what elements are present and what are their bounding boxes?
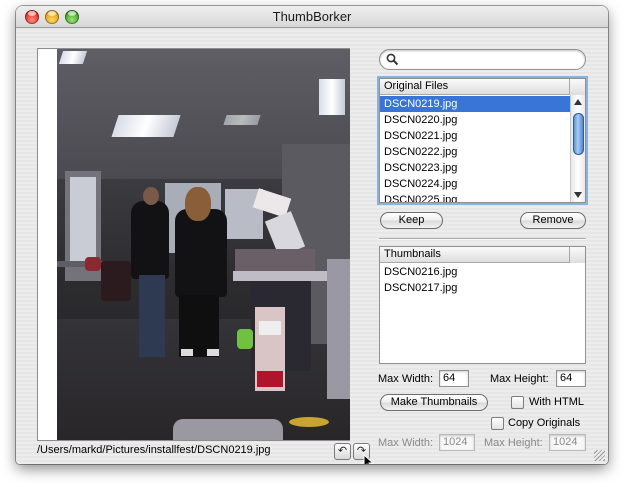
preview-photo — [57, 49, 350, 440]
image-path-label: /Users/markd/Pictures/installfest/DSCN02… — [37, 444, 271, 456]
copy-originals-label[interactable]: Copy Originals — [508, 417, 580, 429]
original-files-scrollbar[interactable] — [570, 95, 585, 202]
list-item[interactable]: DSCN0224.jpg — [380, 176, 570, 192]
scroll-up-icon[interactable] — [574, 99, 582, 105]
title-bar[interactable]: ThumbBorker — [16, 6, 608, 28]
scroll-down-icon[interactable] — [574, 192, 582, 198]
rotate-left-icon: ↶ — [337, 445, 348, 457]
keep-button[interactable]: Keep — [380, 212, 443, 229]
thumb-max-width-label: Max Width: — [378, 373, 434, 385]
with-html-label[interactable]: With HTML — [529, 396, 584, 408]
divider — [379, 238, 586, 240]
thumb-max-height-label: Max Height: — [490, 373, 549, 385]
orig-max-width-label: Max Width: — [378, 437, 434, 449]
original-files-header[interactable]: Original Files — [380, 79, 585, 95]
window-title: ThumbBorker — [272, 9, 352, 24]
list-item[interactable]: DSCN0220.jpg — [380, 112, 570, 128]
thumbnails-header[interactable]: Thumbnails — [380, 247, 585, 263]
thumb-max-height-field[interactable]: 64 — [556, 370, 586, 387]
list-item[interactable]: DSCN0221.jpg — [380, 128, 570, 144]
orig-max-height-field[interactable]: 1024 — [549, 434, 586, 451]
resize-grip-icon[interactable] — [594, 450, 605, 461]
orig-max-height-label: Max Height: — [484, 437, 543, 449]
thumb-max-width-field[interactable]: 64 — [439, 370, 469, 387]
thumbnails-list[interactable]: Thumbnails DSCN0216.jpg DSCN0217.jpg — [379, 246, 586, 364]
search-field[interactable] — [379, 49, 586, 70]
list-item[interactable]: DSCN0219.jpg — [380, 96, 570, 112]
rotate-left-button[interactable]: ↶ — [334, 443, 351, 460]
search-input[interactable] — [402, 52, 580, 67]
search-icon — [386, 53, 399, 66]
list-item[interactable]: DSCN0222.jpg — [380, 144, 570, 160]
with-html-checkbox[interactable] — [511, 396, 524, 409]
list-item[interactable]: DSCN0225.jpg — [380, 192, 570, 202]
list-item[interactable]: DSCN0217.jpg — [380, 280, 585, 296]
list-item[interactable]: DSCN0223.jpg — [380, 160, 570, 176]
list-item[interactable]: DSCN0216.jpg — [380, 264, 585, 280]
mouse-cursor-icon — [363, 454, 375, 464]
orig-max-width-field[interactable]: 1024 — [439, 434, 475, 451]
scroll-thumb[interactable] — [573, 113, 584, 155]
make-thumbnails-button[interactable]: Make Thumbnails — [380, 394, 488, 411]
original-files-list[interactable]: Original Files DSCN0219.jpg DSCN0220.jpg D… — [379, 78, 586, 203]
image-preview — [37, 48, 350, 441]
remove-button[interactable]: Remove — [520, 212, 586, 229]
copy-originals-checkbox[interactable] — [491, 417, 504, 430]
app-window: ThumbBorker /Users/markd/Pictures/instal… — [16, 6, 608, 464]
